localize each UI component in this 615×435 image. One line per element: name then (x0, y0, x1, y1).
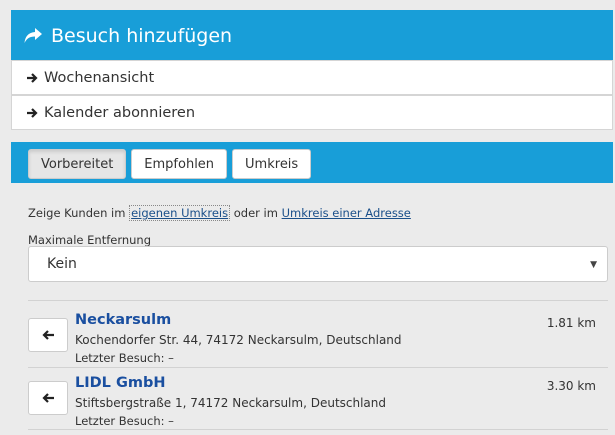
filter-text: Zeige Kunden im eigenen Umkreis oder im … (28, 205, 411, 221)
menu-item-label: Kalender abonnieren (44, 104, 196, 121)
add-visit-button[interactable] (28, 318, 68, 352)
filter-mid: oder im (233, 206, 278, 220)
add-visit-button[interactable] (28, 381, 68, 415)
results-panel: Zeige Kunden im eigenen Umkreis oder im … (11, 183, 613, 435)
arrow-left-icon (42, 393, 54, 403)
filter-prefix: Zeige Kunden im (28, 206, 126, 220)
menu-item-week-view[interactable]: Wochenansicht (11, 60, 613, 95)
distance-value: 1.81 km (546, 316, 596, 330)
divider (28, 429, 608, 430)
tab-prepared[interactable]: Vorbereitet (28, 149, 127, 179)
arrow-right-icon (26, 72, 40, 84)
share-arrow-icon (23, 25, 45, 47)
customer-name[interactable]: LIDL GmbH (75, 375, 165, 391)
max-distance-label: Maximale Entfernung (28, 233, 152, 247)
divider (28, 367, 608, 368)
tab-bar: Vorbereitet Empfohlen Umkreis (11, 142, 613, 183)
own-radius-link[interactable]: eigenen Umkreis (129, 205, 231, 221)
arrow-right-icon (26, 107, 40, 119)
divider (28, 300, 608, 301)
menu-item-label: Wochenansicht (44, 69, 155, 86)
last-visit: Letzter Besuch: – (75, 414, 174, 428)
header-add-visit[interactable]: Besuch hinzufügen (11, 10, 613, 61)
menu-item-subscribe-calendar[interactable]: Kalender abonnieren (11, 95, 613, 130)
distance-value: 3.30 km (546, 379, 596, 393)
customer-name[interactable]: Neckarsulm (75, 312, 171, 328)
tab-recommended[interactable]: Empfohlen (131, 149, 228, 179)
list-item: Neckarsulm Kochendorfer Str. 44, 74172 N… (28, 308, 608, 365)
address-radius-link[interactable]: Umkreis einer Adresse (282, 206, 411, 220)
page-title: Besuch hinzufügen (51, 24, 233, 47)
tab-radius[interactable]: Umkreis (232, 149, 312, 179)
customer-address: Stiftsbergstraße 1, 74172 Neckarsulm, De… (75, 396, 387, 410)
max-distance-select[interactable]: Kein ▼ (28, 246, 608, 282)
max-distance-value: Kein (47, 256, 77, 272)
list-item: LIDL GmbH Stiftsbergstraße 1, 74172 Neck… (28, 371, 608, 428)
customer-address: Kochendorfer Str. 44, 74172 Neckarsulm, … (75, 333, 402, 347)
last-visit: Letzter Besuch: – (75, 351, 174, 365)
caret-down-icon: ▼ (590, 260, 597, 270)
arrow-left-icon (42, 330, 54, 340)
